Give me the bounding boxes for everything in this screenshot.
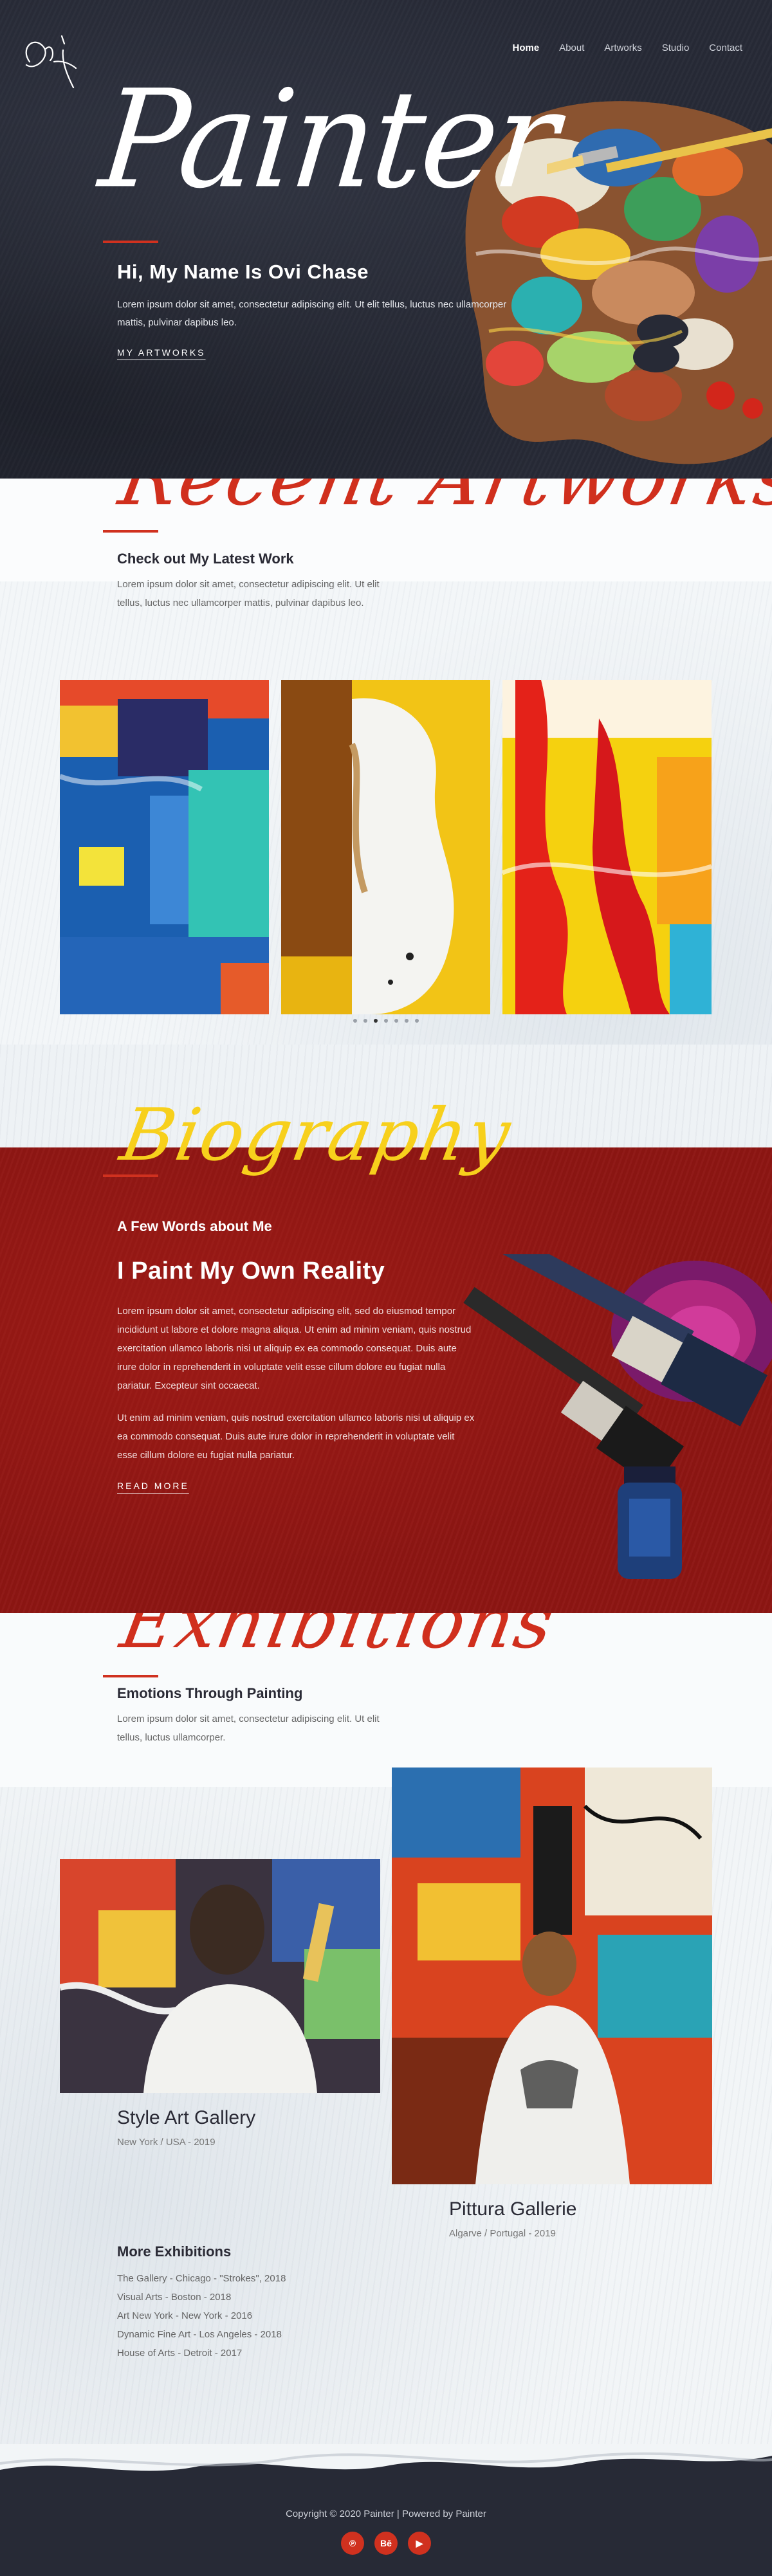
artist-painting-wall-image (60, 1859, 380, 2093)
list-item: The Gallery - Chicago - "Strokes", 2018 (117, 2273, 286, 2284)
artwork-painting-blue (60, 680, 269, 1014)
main-nav: Home About Artworks Studio Contact (513, 42, 742, 53)
artwork-painting-red (502, 680, 712, 1014)
artworks-script-title: Recent Artworks (113, 479, 772, 522)
artwork-painting-white (281, 680, 490, 1014)
pinterest-icon[interactable]: ℗ (341, 2532, 364, 2555)
hero-script-title: Painter (93, 61, 563, 219)
hero-section: Home About Artworks Studio Contact Paint… (0, 0, 772, 479)
youtube-icon[interactable]: ▶ (408, 2532, 431, 2555)
list-item: Visual Arts - Boston - 2018 (117, 2292, 232, 2303)
gallery-image-pittura[interactable] (392, 1768, 712, 2184)
artworks-text: Lorem ipsum dolor sit amet, consectetur … (117, 579, 380, 608)
signature-logo[interactable] (17, 23, 87, 94)
biography-script-title: Biography (115, 1093, 518, 1177)
biography-heading: I Paint My Own Reality (117, 1257, 385, 1284)
exhibitions-text: Lorem ipsum dolor sit amet, consectetur … (117, 1713, 380, 1743)
gallery-location: Algarve / Portugal - 2019 (449, 2228, 556, 2239)
exhibitions-divider (103, 1675, 158, 1677)
hero-divider (103, 241, 158, 243)
biography-divider (103, 1174, 158, 1177)
artwork-image[interactable] (281, 680, 490, 1014)
artworks-section: Recent Artworks Check out My Latest Work… (0, 479, 772, 1045)
more-exhibitions-title: More Exhibitions (117, 2243, 232, 2260)
social-links: ℗ Bē ▶ (0, 2532, 772, 2555)
gallery-image-style-art[interactable] (60, 1859, 380, 2093)
slider-dot[interactable] (405, 1019, 409, 1023)
paint-brushes-image (463, 1254, 772, 1579)
nav-about[interactable]: About (559, 42, 584, 53)
footer: Copyright © 2020 Painter | Powered by Pa… (0, 2444, 772, 2576)
list-item: House of Arts - Detroit - 2017 (117, 2348, 243, 2359)
biography-text-2: Ut enim ad minim veniam, quis nostrud ex… (117, 1412, 475, 1461)
nav-home[interactable]: Home (513, 42, 540, 53)
nav-studio[interactable]: Studio (662, 42, 690, 53)
exhibitions-section: Exhibitions Emotions Through Painting Lo… (0, 1613, 772, 2444)
list-item: Dynamic Fine Art - Los Angeles - 2018 (117, 2329, 282, 2340)
hero-heading: Hi, My Name Is Ovi Chase (117, 260, 369, 283)
slider-dot[interactable] (353, 1019, 357, 1023)
slider-dots (0, 1019, 772, 1023)
gallery-name: Pittura Gallerie (449, 2198, 577, 2220)
brush-stroke-divider (0, 2444, 772, 2471)
artworks-divider (103, 530, 158, 533)
my-artworks-link[interactable]: MY ARTWORKS (117, 347, 206, 358)
artworks-subtitle: Check out My Latest Work (117, 551, 294, 567)
read-more-link[interactable]: READ MORE (117, 1481, 189, 1491)
list-item: Art New York - New York - 2016 (117, 2310, 253, 2321)
page: Home About Artworks Studio Contact Paint… (0, 0, 772, 2576)
hero-text: Lorem ipsum dolor sit amet, consectetur … (117, 299, 507, 328)
behance-icon[interactable]: Bē (374, 2532, 398, 2555)
artwork-image[interactable] (502, 680, 712, 1014)
gallery-name: Style Art Gallery (117, 2107, 256, 2128)
nav-contact[interactable]: Contact (709, 42, 742, 53)
copyright-text: Copyright © 2020 Painter | Powered by Pa… (286, 2508, 486, 2519)
gallery-location: New York / USA - 2019 (117, 2137, 216, 2148)
slider-dot[interactable] (415, 1019, 419, 1023)
biography-subtitle: A Few Words about Me (117, 1218, 272, 1234)
exhibitions-subtitle: Emotions Through Painting (117, 1685, 303, 1701)
biography-text-1: Lorem ipsum dolor sit amet, consectetur … (117, 1306, 472, 1391)
slider-dot[interactable] (384, 1019, 388, 1023)
artwork-image[interactable] (60, 680, 269, 1014)
slider-dot[interactable] (363, 1019, 367, 1023)
artist-colorful-wall-image (392, 1768, 712, 2184)
exhibitions-script-title: Exhibitions (115, 1613, 562, 1665)
slider-dot[interactable] (394, 1019, 398, 1023)
nav-artworks[interactable]: Artworks (604, 42, 641, 53)
more-exhibitions-list: The Gallery - Chicago - "Strokes", 2018 … (117, 2269, 286, 2362)
slider-dot[interactable] (374, 1019, 378, 1023)
